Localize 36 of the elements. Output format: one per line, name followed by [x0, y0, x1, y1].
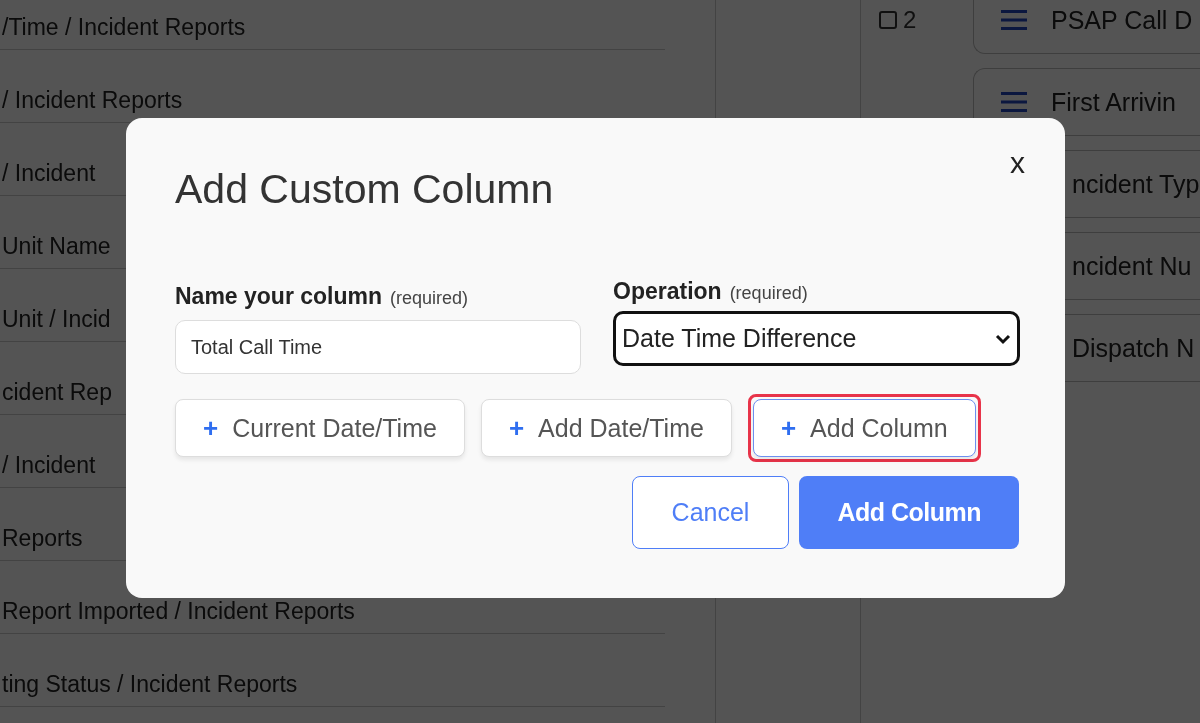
- field-label: Operation: [613, 278, 722, 305]
- field-label: Name your column: [175, 283, 383, 310]
- column-name: PSAP Call D: [1051, 5, 1193, 35]
- cancel-button[interactable]: Cancel: [631, 476, 790, 549]
- field-path-label: / Incident: [2, 452, 96, 478]
- menu-icon[interactable]: [1001, 91, 1027, 113]
- insert-button[interactable]: + Current Date/Time: [175, 399, 465, 457]
- add-column-button[interactable]: Add Column: [799, 476, 1019, 549]
- field-path-label: / Incident: [2, 160, 96, 186]
- menu-icon[interactable]: [1001, 9, 1027, 31]
- field-path-label: Report Imported / Incident Reports: [2, 598, 355, 624]
- column-card[interactable]: PSAP Call D: [973, 0, 1200, 54]
- checkbox[interactable]: [879, 11, 897, 29]
- operation-select[interactable]: Date Time Difference: [613, 311, 1020, 366]
- dialog-title: Add Custom Column: [175, 166, 554, 213]
- insert-button[interactable]: + Add Column: [752, 399, 976, 457]
- plus-icon: +: [508, 412, 525, 444]
- column-name: Dispatch N: [1072, 333, 1195, 363]
- field-path-label: Unit Name: [2, 233, 111, 259]
- column-number: 2: [903, 6, 917, 34]
- insert-button[interactable]: + Add Date/Time: [480, 399, 732, 457]
- column-name: ncident Typ: [1072, 169, 1200, 199]
- column-name-field[interactable]: Total Call Time: [175, 320, 581, 374]
- field-path-label: ting Status / Incident Reports: [2, 671, 298, 697]
- required-hint: (required): [729, 283, 808, 304]
- plus-icon: +: [203, 412, 219, 444]
- column-name: First Arrivin: [1051, 87, 1176, 117]
- field-path-label: Reports: [2, 525, 83, 551]
- chevron-down-icon: [995, 332, 1011, 345]
- column-name: ncident Nu: [1072, 251, 1192, 281]
- field-path-label: /Time / Incident Reports: [2, 14, 246, 40]
- field-path-label: Unit / Incid: [2, 306, 111, 332]
- plus-icon: +: [780, 412, 797, 444]
- field-path-label: / Incident Reports: [2, 87, 183, 113]
- required-hint: (required): [390, 288, 469, 309]
- field-path-label: cident Rep: [2, 379, 112, 405]
